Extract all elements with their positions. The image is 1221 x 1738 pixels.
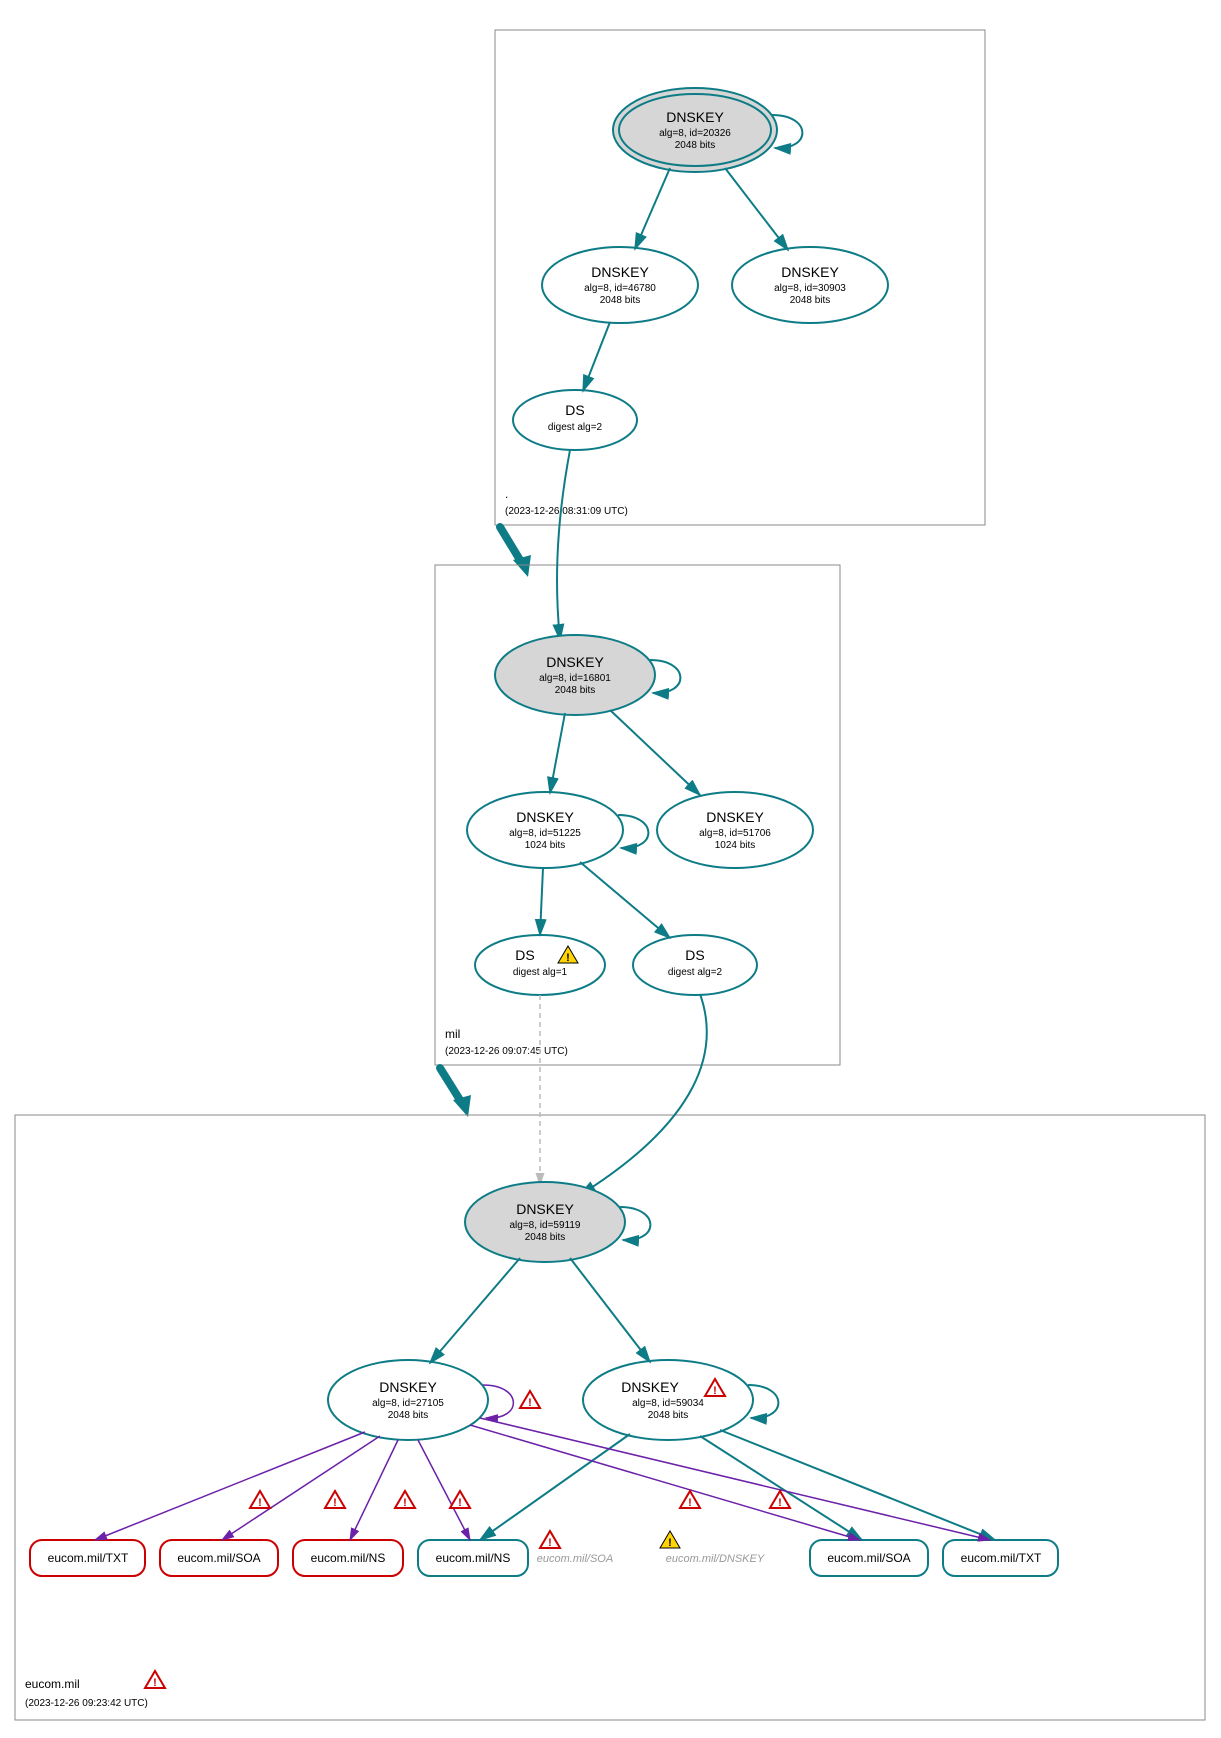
svg-text:alg=8, id=59119: alg=8, id=59119 <box>510 1220 581 1231</box>
error-icon <box>520 1391 540 1409</box>
svg-text:eucom.mil: eucom.mil <box>25 1677 80 1691</box>
node-root-ds[interactable]: DS digest alg=2 <box>513 390 637 450</box>
error-icon <box>395 1491 415 1509</box>
svg-text:DS: DS <box>685 947 704 963</box>
svg-text:2048 bits: 2048 bits <box>525 1232 566 1243</box>
svg-text:alg=8, id=27105: alg=8, id=27105 <box>372 1398 444 1409</box>
edge-ds-to-mil <box>557 450 570 640</box>
error-icon <box>145 1671 165 1689</box>
svg-text:DNSKEY: DNSKEY <box>621 1379 679 1395</box>
svg-text:(2023-12-26 09:23:42 UTC): (2023-12-26 09:23:42 UTC) <box>25 1698 148 1709</box>
node-mil-ds1[interactable]: DS digest alg=1 <box>475 935 605 995</box>
svg-text:alg=8, id=51225: alg=8, id=51225 <box>509 828 581 839</box>
svg-text:2048 bits: 2048 bits <box>555 685 596 696</box>
svg-text:DNSKEY: DNSKEY <box>591 264 649 280</box>
svg-text:DNSKEY: DNSKEY <box>781 264 839 280</box>
record-eucom-txt-err[interactable]: eucom.mil/TXT <box>30 1540 145 1576</box>
svg-text:DNSKEY: DNSKEY <box>706 809 764 825</box>
node-root-zsk2[interactable]: DNSKEY alg=8, id=30903 2048 bits <box>732 247 888 323</box>
error-icon <box>325 1491 345 1509</box>
dnssec-diagram: ! ! . (2023-12-26 08:31:09 UTC) DNSKEY a… <box>0 0 1221 1738</box>
warning-icon <box>660 1531 680 1549</box>
error-icon <box>680 1491 700 1509</box>
svg-text:alg=8, id=16801: alg=8, id=16801 <box>539 673 611 684</box>
record-eucom-txt[interactable]: eucom.mil/TXT <box>943 1540 1058 1576</box>
svg-text:alg=8, id=30903: alg=8, id=30903 <box>774 283 846 294</box>
svg-text:2048 bits: 2048 bits <box>790 295 831 306</box>
svg-text:alg=8, id=46780: alg=8, id=46780 <box>584 283 656 294</box>
node-root-zsk1[interactable]: DNSKEY alg=8, id=46780 2048 bits <box>542 247 698 323</box>
svg-text:DNSKEY: DNSKEY <box>516 1201 574 1217</box>
svg-text:alg=8, id=51706: alg=8, id=51706 <box>699 828 771 839</box>
svg-text:DNSKEY: DNSKEY <box>516 809 574 825</box>
svg-text:eucom.mil/SOA: eucom.mil/SOA <box>177 1551 260 1565</box>
svg-text:eucom.mil/TXT: eucom.mil/TXT <box>961 1551 1042 1565</box>
svg-text:DS: DS <box>515 947 534 963</box>
zone-root-timestamp: (2023-12-26 08:31:09 UTC) <box>505 506 628 517</box>
node-mil-ksk[interactable]: DNSKEY alg=8, id=16801 2048 bits <box>495 635 655 715</box>
svg-text:eucom.mil/NS: eucom.mil/NS <box>436 1551 511 1565</box>
svg-text:DNSKEY: DNSKEY <box>546 654 604 670</box>
node-root-ksk[interactable]: DNSKEY alg=8, id=20326 2048 bits <box>613 88 777 172</box>
record-eucom-ns-err[interactable]: eucom.mil/NS <box>293 1540 403 1576</box>
node-eucom-zsk1[interactable]: DNSKEY alg=8, id=27105 2048 bits <box>328 1360 488 1440</box>
svg-text:DNSKEY: DNSKEY <box>379 1379 437 1395</box>
svg-text:2048 bits: 2048 bits <box>388 1410 429 1421</box>
svg-text:digest alg=1: digest alg=1 <box>513 967 568 978</box>
node-mil-ds2[interactable]: DS digest alg=2 <box>633 935 757 995</box>
error-icon <box>770 1491 790 1509</box>
error-icon <box>540 1531 560 1549</box>
svg-text:eucom.mil/TXT: eucom.mil/TXT <box>48 1551 129 1565</box>
svg-text:2048 bits: 2048 bits <box>675 140 716 151</box>
svg-text:2048 bits: 2048 bits <box>600 295 641 306</box>
record-eucom-soa[interactable]: eucom.mil/SOA <box>810 1540 928 1576</box>
error-icon <box>250 1491 270 1509</box>
record-eucom-ns[interactable]: eucom.mil/NS <box>418 1540 528 1576</box>
zone-mil-label: mil <box>445 1027 460 1041</box>
svg-text:eucom.mil/NS: eucom.mil/NS <box>311 1551 386 1565</box>
svg-text:1024 bits: 1024 bits <box>715 840 756 851</box>
svg-text:digest alg=2: digest alg=2 <box>668 967 723 978</box>
record-eucom-soa-ghost: eucom.mil/SOA <box>537 1553 613 1565</box>
error-icon <box>450 1491 470 1509</box>
svg-text:DS: DS <box>565 402 584 418</box>
svg-text:digest alg=2: digest alg=2 <box>548 422 603 433</box>
record-eucom-dnskey-ghost: eucom.mil/DNSKEY <box>666 1553 765 1565</box>
zone-root-label: . <box>505 487 508 501</box>
record-eucom-soa-err[interactable]: eucom.mil/SOA <box>160 1540 278 1576</box>
svg-text:alg=8, id=20326: alg=8, id=20326 <box>659 128 731 139</box>
node-title: DNSKEY <box>666 109 724 125</box>
node-mil-zsk1[interactable]: DNSKEY alg=8, id=51225 1024 bits <box>467 792 623 868</box>
node-eucom-zsk2[interactable]: DNSKEY alg=8, id=59034 2048 bits <box>583 1360 753 1440</box>
node-eucom-ksk[interactable]: DNSKEY alg=8, id=59119 2048 bits <box>465 1182 625 1262</box>
svg-text:alg=8, id=59034: alg=8, id=59034 <box>632 1398 704 1409</box>
zone-delegation-arrow <box>500 527 520 560</box>
node-mil-zsk2[interactable]: DNSKEY alg=8, id=51706 1024 bits <box>657 792 813 868</box>
svg-text:2048 bits: 2048 bits <box>648 1410 689 1421</box>
svg-text:eucom.mil/SOA: eucom.mil/SOA <box>827 1551 910 1565</box>
svg-text:(2023-12-26 09:07:45 UTC): (2023-12-26 09:07:45 UTC) <box>445 1046 568 1057</box>
svg-text:1024 bits: 1024 bits <box>525 840 566 851</box>
